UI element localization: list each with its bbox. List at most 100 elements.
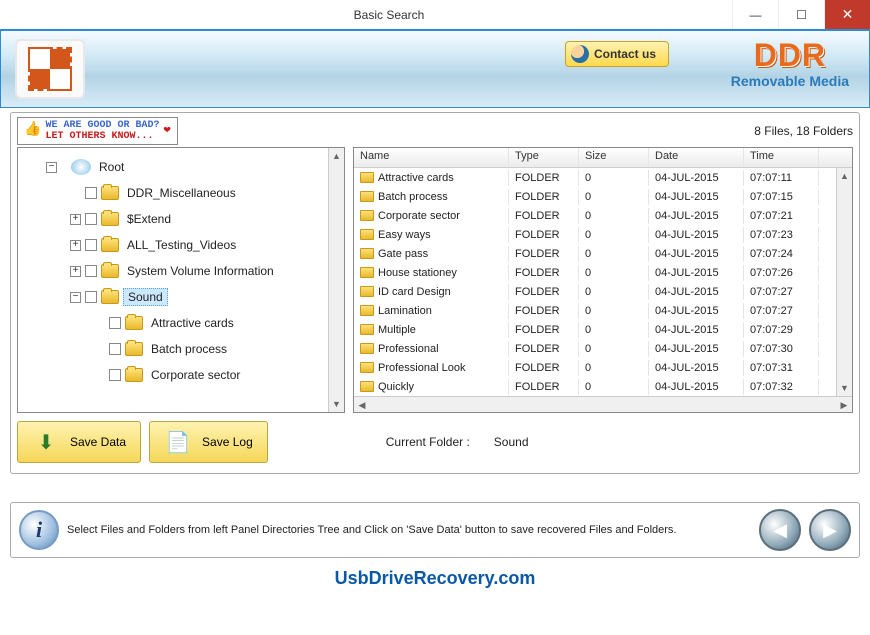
list-row[interactable]: ProfessionalFOLDER004-JUL-201507:07:30 bbox=[354, 339, 852, 358]
folder-icon bbox=[101, 212, 119, 226]
tree-node-label[interactable]: Corporate sector bbox=[147, 367, 244, 383]
col-date[interactable]: Date bbox=[649, 148, 744, 167]
tree-node[interactable]: + System Volume Information bbox=[22, 258, 340, 284]
save-log-button[interactable]: 📄 Save Log bbox=[149, 421, 268, 463]
folder-icon bbox=[101, 264, 119, 278]
row-time: 07:07:27 bbox=[744, 303, 819, 319]
tree-node[interactable]: DDR_Miscellaneous bbox=[22, 180, 340, 206]
tree-node[interactable]: Batch process bbox=[22, 336, 340, 362]
folder-icon bbox=[125, 368, 143, 382]
row-date: 04-JUL-2015 bbox=[649, 284, 744, 300]
col-size[interactable]: Size bbox=[579, 148, 649, 167]
list-row[interactable]: House stationeyFOLDER004-JUL-201507:07:2… bbox=[354, 263, 852, 282]
back-button[interactable]: ◀ bbox=[759, 509, 801, 551]
tree-node-label[interactable]: ALL_Testing_Videos bbox=[123, 237, 240, 253]
row-name: House stationey bbox=[378, 267, 457, 279]
root-icon bbox=[71, 159, 91, 175]
expander-icon[interactable]: + bbox=[70, 266, 81, 277]
expander-icon[interactable]: − bbox=[70, 292, 81, 303]
tree-node[interactable]: − Sound bbox=[22, 284, 340, 310]
current-folder-value: Sound bbox=[494, 435, 529, 449]
checkbox[interactable] bbox=[85, 291, 97, 303]
expander-icon[interactable]: − bbox=[46, 162, 57, 173]
row-type: FOLDER bbox=[509, 284, 579, 300]
checkbox[interactable] bbox=[85, 213, 97, 225]
row-time: 07:07:29 bbox=[744, 322, 819, 338]
save-data-button[interactable]: ⬇ Save Data bbox=[17, 421, 141, 463]
checkbox[interactable] bbox=[85, 239, 97, 251]
col-type[interactable]: Type bbox=[509, 148, 579, 167]
row-time: 07:07:15 bbox=[744, 189, 819, 205]
feedback-banner[interactable]: 👍 WE ARE GOOD OR BAD? LET OTHERS KNOW...… bbox=[17, 117, 178, 145]
row-size: 0 bbox=[579, 170, 649, 186]
checkbox[interactable] bbox=[109, 317, 121, 329]
tree-node-label[interactable]: Batch process bbox=[147, 341, 231, 357]
tree-node[interactable]: Attractive cards bbox=[22, 310, 340, 336]
row-time: 07:07:27 bbox=[744, 284, 819, 300]
row-type: FOLDER bbox=[509, 227, 579, 243]
row-size: 0 bbox=[579, 284, 649, 300]
list-row[interactable]: Easy waysFOLDER004-JUL-201507:07:23 bbox=[354, 225, 852, 244]
row-type: FOLDER bbox=[509, 189, 579, 205]
tree-node-label[interactable]: $Extend bbox=[123, 211, 175, 227]
row-time: 07:07:31 bbox=[744, 360, 819, 376]
row-date: 04-JUL-2015 bbox=[649, 227, 744, 243]
window-title: Basic Search bbox=[46, 8, 732, 22]
tree-scrollbar[interactable]: ▲▼ bbox=[328, 148, 344, 412]
tree-node[interactable]: Corporate sector bbox=[22, 362, 340, 388]
list-row[interactable]: Attractive cardsFOLDER004-JUL-201507:07:… bbox=[354, 168, 852, 187]
list-row[interactable]: ID card DesignFOLDER004-JUL-201507:07:27 bbox=[354, 282, 852, 301]
tree-node[interactable]: + $Extend bbox=[22, 206, 340, 232]
tree-node-label[interactable]: DDR_Miscellaneous bbox=[123, 185, 240, 201]
checkbox[interactable] bbox=[85, 265, 97, 277]
expander-icon[interactable]: + bbox=[70, 214, 81, 225]
minimize-button[interactable]: — bbox=[732, 0, 778, 29]
checkbox[interactable] bbox=[109, 369, 121, 381]
row-name: Easy ways bbox=[378, 229, 431, 241]
row-size: 0 bbox=[579, 360, 649, 376]
tree-node-label[interactable]: Attractive cards bbox=[147, 315, 238, 331]
main-panel: 👍 WE ARE GOOD OR BAD? LET OTHERS KNOW...… bbox=[10, 112, 860, 474]
info-icon: i bbox=[19, 510, 59, 550]
tree-root-label[interactable]: Root bbox=[95, 159, 128, 175]
row-date: 04-JUL-2015 bbox=[649, 189, 744, 205]
maximize-button[interactable]: ☐ bbox=[778, 0, 824, 29]
brand-block: DDR Removable Media bbox=[731, 39, 849, 89]
folder-icon bbox=[360, 362, 374, 373]
folder-icon bbox=[360, 210, 374, 221]
list-header[interactable]: Name Type Size Date Time bbox=[354, 148, 852, 168]
row-date: 04-JUL-2015 bbox=[649, 303, 744, 319]
list-row[interactable]: Corporate sectorFOLDER004-JUL-201507:07:… bbox=[354, 206, 852, 225]
list-v-scrollbar[interactable]: ▲▼ bbox=[836, 168, 852, 396]
row-size: 0 bbox=[579, 265, 649, 281]
list-h-scrollbar[interactable]: ◀▶ bbox=[354, 396, 852, 412]
col-time[interactable]: Time bbox=[744, 148, 819, 167]
row-name: Lamination bbox=[378, 305, 432, 317]
col-name[interactable]: Name bbox=[354, 148, 509, 167]
list-row[interactable]: Gate passFOLDER004-JUL-201507:07:24 bbox=[354, 244, 852, 263]
row-size: 0 bbox=[579, 246, 649, 262]
checkbox[interactable] bbox=[109, 343, 121, 355]
contact-us-button[interactable]: Contact us bbox=[565, 41, 669, 67]
checkbox[interactable] bbox=[85, 187, 97, 199]
next-button[interactable]: ▶ bbox=[809, 509, 851, 551]
file-folder-count: 8 Files, 18 Folders bbox=[754, 124, 853, 138]
list-row[interactable]: Professional LookFOLDER004-JUL-201507:07… bbox=[354, 358, 852, 377]
row-type: FOLDER bbox=[509, 208, 579, 224]
tree-node-label[interactable]: Sound bbox=[123, 288, 168, 306]
folder-icon bbox=[360, 324, 374, 335]
row-type: FOLDER bbox=[509, 341, 579, 357]
list-row[interactable]: Batch processFOLDER004-JUL-201507:07:15 bbox=[354, 187, 852, 206]
expander-icon[interactable]: + bbox=[70, 240, 81, 251]
list-row[interactable]: LaminationFOLDER004-JUL-201507:07:27 bbox=[354, 301, 852, 320]
info-bar: i Select Files and Folders from left Pan… bbox=[10, 502, 860, 558]
row-time: 07:07:21 bbox=[744, 208, 819, 224]
tree-node-label[interactable]: System Volume Information bbox=[123, 263, 278, 279]
tree-node[interactable]: + ALL_Testing_Videos bbox=[22, 232, 340, 258]
folder-icon bbox=[101, 186, 119, 200]
row-date: 04-JUL-2015 bbox=[649, 208, 744, 224]
list-row[interactable]: MultipleFOLDER004-JUL-201507:07:29 bbox=[354, 320, 852, 339]
row-time: 07:07:11 bbox=[744, 170, 819, 186]
list-row[interactable]: QuicklyFOLDER004-JUL-201507:07:32 bbox=[354, 377, 852, 396]
close-button[interactable]: ✕ bbox=[824, 0, 870, 29]
